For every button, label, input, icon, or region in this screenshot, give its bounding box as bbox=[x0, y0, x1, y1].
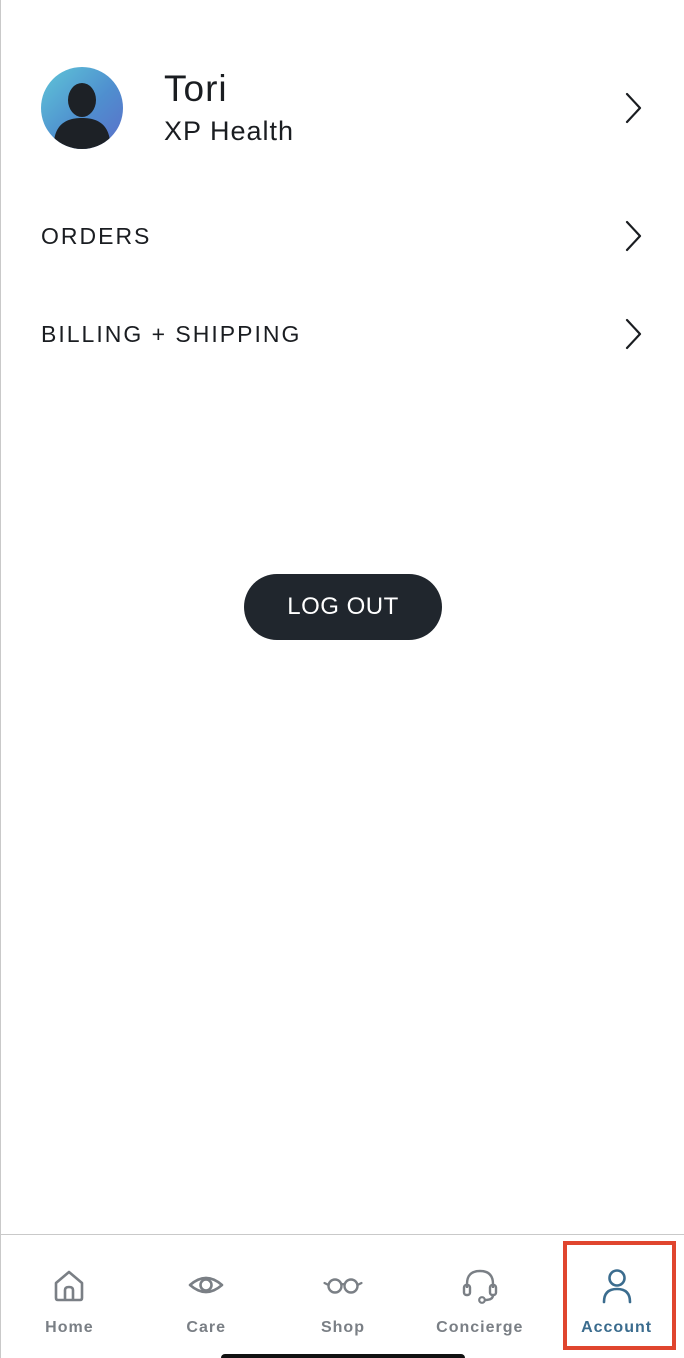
avatar bbox=[41, 67, 123, 149]
tab-label: Care bbox=[186, 1319, 226, 1336]
headset-icon bbox=[462, 1269, 497, 1304]
tab-label: Account bbox=[581, 1319, 653, 1336]
menu-item-orders[interactable]: ORDERS bbox=[41, 216, 645, 256]
person-icon bbox=[602, 1269, 631, 1304]
tab-care[interactable]: Care bbox=[138, 1235, 275, 1358]
chevron-right-icon bbox=[625, 92, 642, 124]
profile-name: Tori bbox=[164, 68, 228, 109]
tab-concierge[interactable]: Concierge bbox=[411, 1235, 548, 1358]
tab-label: Home bbox=[45, 1319, 94, 1336]
account-screen: Tori XP Health ORDERS BILLING + SHIPPING… bbox=[0, 0, 684, 1358]
chevron-right-icon bbox=[625, 318, 642, 350]
user-silhouette-icon bbox=[54, 83, 110, 149]
tab-home[interactable]: Home bbox=[1, 1235, 138, 1358]
menu-item-label: BILLING + SHIPPING bbox=[41, 320, 302, 347]
tab-account[interactable]: Account bbox=[548, 1235, 684, 1358]
menu-item-billing-shipping[interactable]: BILLING + SHIPPING bbox=[41, 314, 645, 354]
logout-button[interactable]: LOG OUT bbox=[244, 574, 442, 640]
chevron-right-icon bbox=[625, 220, 642, 252]
bottom-tab-bar: Home Care Shop Concierge Account bbox=[1, 1234, 684, 1358]
glasses-icon bbox=[323, 1278, 363, 1294]
eye-icon bbox=[188, 1276, 224, 1294]
home-icon bbox=[55, 1270, 84, 1302]
tab-label: Concierge bbox=[436, 1319, 524, 1336]
tab-label: Shop bbox=[320, 1319, 365, 1336]
tab-shop[interactable]: Shop bbox=[275, 1235, 412, 1358]
profile-organization: XP Health bbox=[164, 116, 295, 146]
profile-row[interactable]: Tori XP Health bbox=[41, 66, 645, 150]
menu-item-label: ORDERS bbox=[41, 222, 152, 249]
home-indicator bbox=[221, 1354, 465, 1358]
profile-text: Tori XP Health bbox=[164, 68, 623, 148]
